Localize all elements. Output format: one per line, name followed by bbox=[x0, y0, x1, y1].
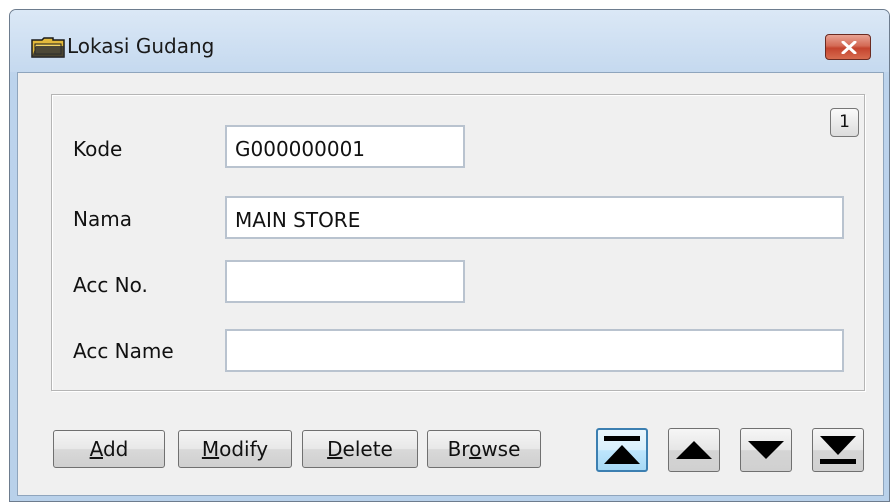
modify-button-text-rest: odify bbox=[219, 437, 269, 461]
add-button-text-rest: dd bbox=[102, 437, 129, 461]
browse-button[interactable]: Browse bbox=[427, 430, 541, 468]
modify-button-mnemonic: M bbox=[201, 437, 220, 461]
window-title: Lokasi Gudang bbox=[67, 34, 215, 58]
record-number-badge: 1 bbox=[830, 108, 859, 137]
folder-icon bbox=[31, 37, 65, 58]
title-bar[interactable]: Lokasi Gudang bbox=[10, 10, 889, 72]
last-record-button[interactable] bbox=[812, 428, 864, 472]
acc-no-label: Acc No. bbox=[73, 273, 148, 297]
acc-name-label: Acc Name bbox=[73, 339, 174, 363]
close-button[interactable] bbox=[825, 34, 871, 60]
dialog-window: Lokasi Gudang 1 Kode G000000001 Nama MAI… bbox=[9, 9, 890, 502]
add-button-mnemonic: A bbox=[89, 437, 103, 461]
delete-button[interactable]: Delete bbox=[302, 430, 418, 468]
browse-button-text: Br bbox=[447, 437, 470, 461]
nama-label: Nama bbox=[73, 207, 132, 231]
kode-field[interactable]: G000000001 bbox=[225, 125, 465, 168]
modify-button[interactable]: Modify bbox=[178, 430, 292, 468]
browse-button-text-rest: wse bbox=[481, 437, 521, 461]
kode-label: Kode bbox=[73, 137, 123, 161]
browse-button-mnemonic: o bbox=[469, 437, 482, 461]
nama-field[interactable]: MAIN STORE bbox=[225, 196, 844, 239]
delete-button-mnemonic: D bbox=[327, 437, 343, 461]
add-button[interactable]: Add bbox=[53, 430, 165, 468]
first-record-button[interactable] bbox=[596, 428, 648, 472]
acc-name-field[interactable] bbox=[225, 329, 844, 372]
dialog-body: 1 Kode G000000001 Nama MAIN STORE Acc No… bbox=[17, 72, 884, 496]
next-record-button[interactable] bbox=[740, 428, 792, 472]
previous-record-button[interactable] bbox=[668, 428, 720, 472]
acc-no-field[interactable] bbox=[225, 260, 465, 303]
delete-button-text-rest: elete bbox=[342, 437, 393, 461]
